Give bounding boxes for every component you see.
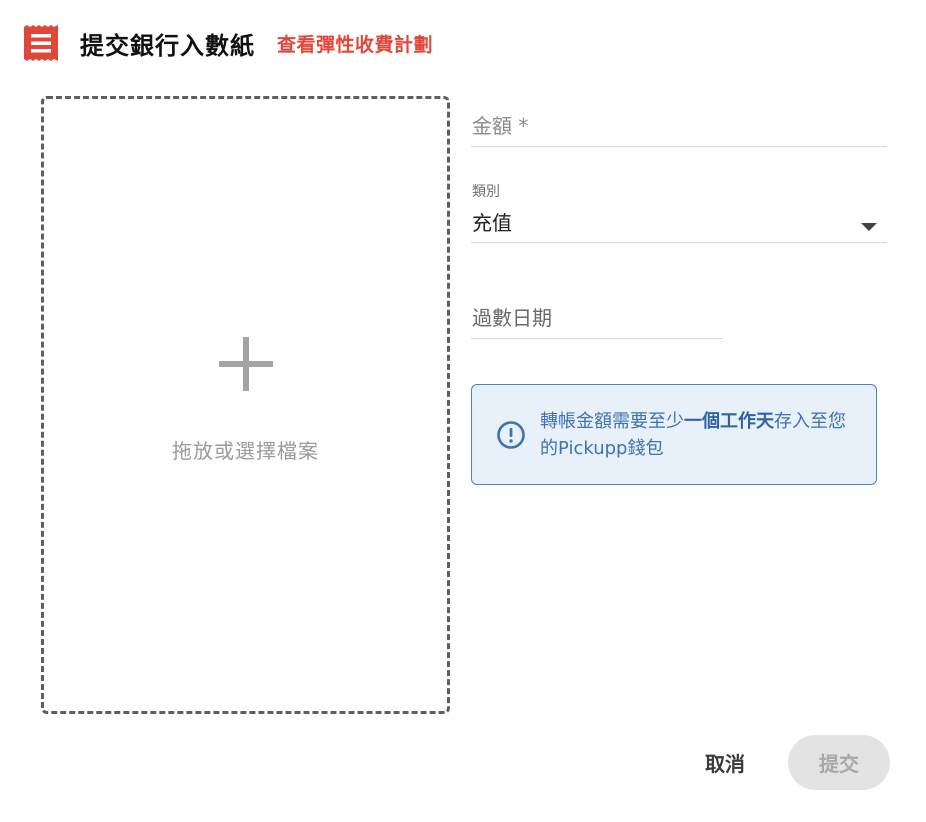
transfer-date-field[interactable]: 過數日期 xyxy=(471,296,723,339)
file-dropzone[interactable]: 拖放或選擇檔案 xyxy=(41,96,450,714)
transfer-date-placeholder: 過數日期 xyxy=(472,306,552,330)
category-value: 充值 xyxy=(472,211,512,235)
plus-icon xyxy=(218,336,273,391)
info-icon xyxy=(497,420,525,449)
amount-placeholder: 金額 * xyxy=(472,114,529,138)
category-select[interactable]: 類別 充值 xyxy=(471,178,887,243)
page-title: 提交銀行入數紙 xyxy=(80,31,255,60)
submit-button[interactable]: 提交 xyxy=(788,735,890,790)
dialog-header: 提交銀行入數紙 查看彈性收費計劃 xyxy=(24,24,433,62)
cancel-button[interactable]: 取消 xyxy=(694,740,756,784)
amount-field[interactable]: 金額 * xyxy=(471,104,887,147)
dropzone-label: 拖放或選擇檔案 xyxy=(172,438,319,463)
alert-text-before: 轉帳金額需要至少 xyxy=(540,410,684,432)
category-label: 類別 xyxy=(472,184,500,200)
alert-text-emphasis: 一個工作天 xyxy=(684,410,774,432)
receipt-icon xyxy=(24,25,58,61)
pricing-plan-link[interactable]: 查看彈性收費計劃 xyxy=(277,30,433,57)
info-alert: 轉帳金額需要至少一個工作天存入至您的Pickupp錢包 xyxy=(471,384,877,485)
alert-message: 轉帳金額需要至少一個工作天存入至您的Pickupp錢包 xyxy=(540,408,860,462)
dropdown-arrow-icon xyxy=(861,223,877,231)
